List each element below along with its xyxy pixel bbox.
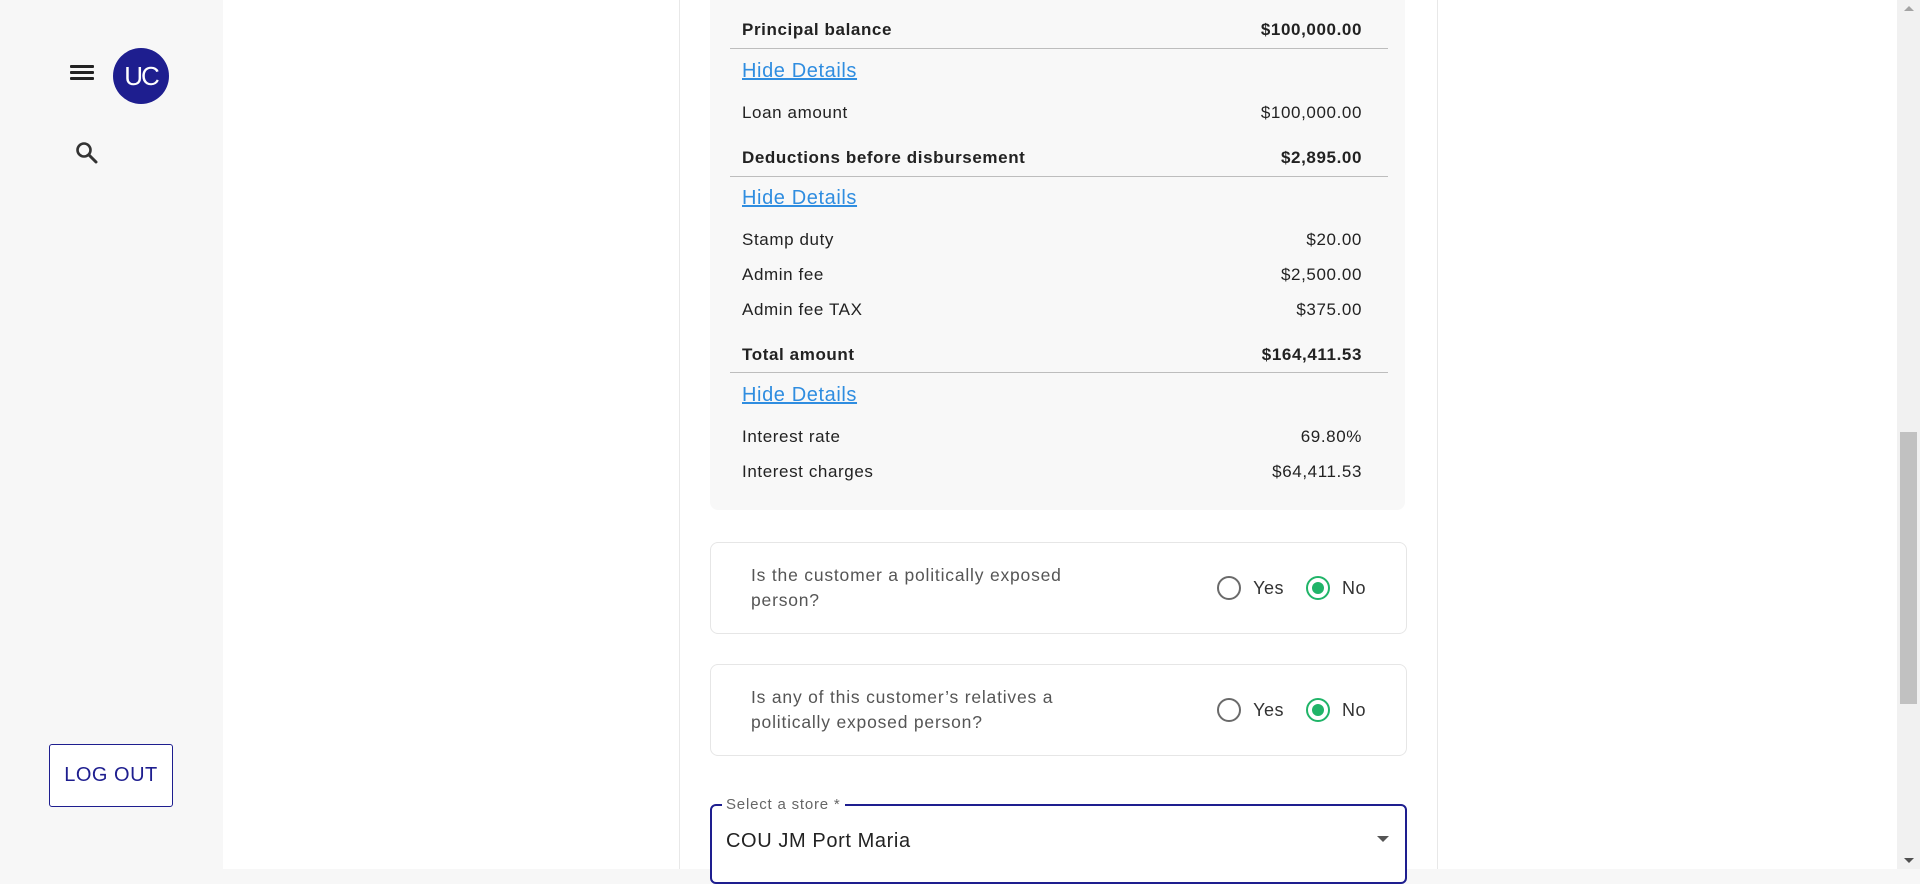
sidebar: UC LOG OUT [0, 0, 223, 869]
loan-amount-value: $100,000.00 [1260, 103, 1362, 122]
pep-yes-label: Yes [1253, 577, 1284, 598]
relatives-pep-no-radio[interactable]: No [1305, 698, 1366, 722]
deductions-label: Deductions before disbursement [742, 148, 1026, 167]
deductions-row: Deductions before disbursement $2,895.00 [742, 148, 1362, 168]
loan-amount-label: Loan amount [742, 103, 848, 122]
admin-fee-tax-row: Admin fee TAX $375.00 [742, 300, 1362, 320]
avatar[interactable]: UC [113, 48, 169, 104]
hide-details-link[interactable]: Hide Details [742, 187, 857, 210]
stamp-duty-row: Stamp duty $20.00 [742, 230, 1362, 250]
principal-balance-row: Principal balance $100,000.00 [742, 20, 1362, 40]
interest-rate-value: 69.80% [1300, 427, 1362, 446]
divider [730, 176, 1388, 177]
store-select-value: COU JM Port Maria [726, 830, 911, 852]
admin-fee-tax-value: $375.00 [1296, 300, 1362, 319]
divider [730, 48, 1388, 49]
store-select[interactable]: Select a store * COU JM Port Maria [710, 796, 1407, 884]
total-amount-row: Total amount $164,411.53 [742, 345, 1362, 365]
pep-no-radio[interactable]: No [1305, 576, 1366, 600]
principal-balance-label: Principal balance [742, 20, 893, 39]
scroll-up-arrow-icon[interactable] [1904, 6, 1914, 11]
hide-details-link[interactable]: Hide Details [742, 60, 857, 83]
interest-rate-row: Interest rate 69.80% [742, 427, 1362, 447]
scrollbar-thumb[interactable] [1900, 432, 1917, 704]
relatives-pep-yes-label: Yes [1253, 699, 1284, 720]
vertical-scrollbar[interactable] [1897, 0, 1920, 869]
deductions-value: $2,895.00 [1280, 148, 1362, 167]
interest-rate-label: Interest rate [742, 427, 841, 446]
interest-charges-value: $64,411.53 [1272, 462, 1362, 481]
interest-charges-row: Interest charges $64,411.53 [742, 462, 1362, 482]
stamp-duty-label: Stamp duty [742, 230, 834, 249]
relatives-pep-no-label: No [1341, 699, 1366, 720]
pep-question-text: Is the customer a politically exposed pe… [751, 565, 1062, 610]
search-icon[interactable] [74, 140, 100, 166]
admin-fee-tax-label: Admin fee TAX [742, 300, 863, 319]
relatives-pep-question-text: Is any of this customer’s relatives a po… [751, 687, 1054, 732]
pep-yes-radio[interactable]: Yes [1217, 576, 1284, 600]
interest-charges-label: Interest charges [742, 462, 874, 481]
pep-no-label: No [1341, 577, 1366, 598]
hamburger-menu-icon[interactable] [70, 62, 98, 86]
admin-fee-label: Admin fee [742, 265, 824, 284]
store-select-label: Select a store * [722, 796, 845, 813]
relatives-pep-yes-radio[interactable]: Yes [1217, 698, 1284, 722]
pep-radio-group: Yes No [1195, 576, 1366, 600]
relatives-pep-radio-group: Yes No [1195, 698, 1366, 722]
radio-checked-icon [1305, 698, 1330, 722]
pep-question-card: Is the customer a politically exposed pe… [710, 542, 1407, 634]
stamp-duty-value: $20.00 [1306, 230, 1362, 249]
admin-fee-row: Admin fee $2,500.00 [742, 265, 1362, 285]
radio-unchecked-icon [1217, 698, 1242, 722]
total-amount-label: Total amount [742, 345, 855, 364]
total-amount-value: $164,411.53 [1261, 345, 1362, 364]
radio-checked-icon [1305, 576, 1330, 600]
divider [730, 372, 1388, 373]
radio-unchecked-icon [1217, 576, 1242, 600]
hide-details-link[interactable]: Hide Details [742, 384, 857, 407]
principal-balance-value: $100,000.00 [1260, 20, 1362, 39]
logout-button[interactable]: LOG OUT [49, 744, 173, 807]
loan-amount-row: Loan amount $100,000.00 [742, 103, 1362, 123]
dropdown-arrow-icon [1377, 836, 1389, 842]
admin-fee-value: $2,500.00 [1280, 265, 1362, 284]
relatives-pep-question-card: Is any of this customer’s relatives a po… [710, 664, 1407, 756]
scroll-down-arrow-icon[interactable] [1904, 858, 1914, 863]
